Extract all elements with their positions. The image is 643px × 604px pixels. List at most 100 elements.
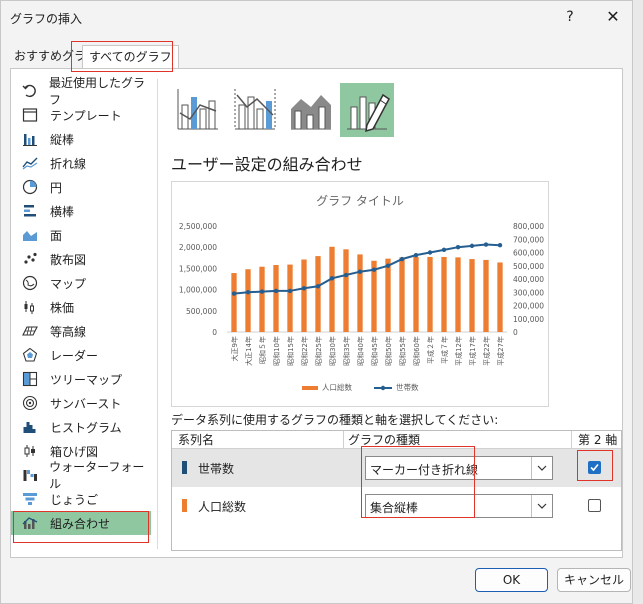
treemap-chart-icon [21,370,39,388]
sidebar-item-sunburst[interactable]: サンバースト [11,391,151,415]
combo-clustered-line-icon [174,85,222,136]
x-tick-label: 昭和35年 [342,336,351,366]
sidebar-item-combo[interactable]: 組み合わせ [11,511,151,535]
sidebar-item-waterfall[interactable]: ウォーターフォール [11,460,151,491]
x-tick-label: 昭和40年 [356,336,365,366]
line-point [497,243,503,248]
x-tick-label: 平成12年 [454,336,463,366]
scatter-chart-icon [21,250,39,268]
x-tick-label: 昭和55年 [398,336,407,366]
subtype-clustered-column-line[interactable] [171,83,225,137]
sidebar-item-label: マップ [50,276,87,291]
close-button[interactable]: ✕ [601,6,625,28]
bar [357,254,363,332]
template-icon [21,106,39,124]
bar [287,264,293,332]
stock-chart-icon [21,298,39,316]
x-tick-label: 平成17年 [468,336,477,366]
line-point [413,252,419,258]
funnel-chart-icon [21,490,39,508]
line-point [315,284,321,289]
sidebar-item-label: 円 [50,180,63,195]
dropdown-value: マーカー付き折れ線 [370,463,479,477]
sidebar-item-stock[interactable]: 株価 [11,295,151,319]
cancel-button[interactable]: キャンセル [557,568,631,592]
series-name: 人口総数 [198,500,247,514]
y2-tick-label: 400,000 [513,275,544,284]
sidebar-item-label: ヒストグラム [50,420,122,435]
subtype-custom-combination[interactable] [340,83,394,137]
subtype-stacked-area-column[interactable] [284,83,338,137]
x-tick-label: 昭和10年 [272,336,281,366]
sidebar-item-radar[interactable]: レーダー [11,343,151,367]
sidebar-item-label: 組み合わせ [50,516,111,531]
y-tick-label: 0 [212,328,217,337]
series-name: 世帯数 [198,462,235,476]
grid-header-row: 系列名 グラフの種類 第 2 軸 [172,431,621,449]
line-point [483,242,489,247]
y2-tick-label: 700,000 [513,235,544,244]
radar-chart-icon [21,346,39,364]
tab-all-charts[interactable]: すべてのグラフ [82,45,179,69]
line-point [357,269,363,274]
custom-combo-icon [343,85,391,136]
sidebar-item-pie[interactable]: 円 [11,175,151,199]
check-icon [590,463,599,472]
subtype-clustered-column-line-secondary[interactable] [228,83,282,137]
chart-type-sidebar: 最近使用したグラフ テンプレート 縦棒 折れ線 円 横棒 面 散布図 マップ 株… [11,76,151,535]
x-tick-label: 昭和15年 [286,336,295,366]
column-chart-icon [21,130,39,148]
line-point [231,291,237,296]
histogram-chart-icon [21,418,39,436]
chart-type-dropdown-households[interactable]: マーカー付き折れ線 [365,456,553,480]
sidebar-item-surface[interactable]: 等高線 [11,319,151,343]
help-button[interactable]: ? [560,7,580,27]
combo-clustered-line-secondary-icon [231,85,279,136]
sidebar-item-recent[interactable]: 最近使用したグラフ [11,76,151,107]
bar [301,259,307,332]
x-tick-label: 昭和22年 [300,336,309,366]
sidebar-item-bar[interactable]: 横棒 [11,199,151,223]
bar [413,256,419,332]
secondary-axis-checkbox-households[interactable] [588,461,601,474]
sidebar-item-label: テンプレート [50,108,122,123]
legend-marker [380,385,386,391]
bar [483,259,489,332]
chevron-down-icon [531,495,552,517]
series-row-households: 世帯数 マーカー付き折れ線 [172,449,621,487]
series-row-population: 人口総数 集合縦棒 [172,487,621,525]
sidebar-item-funnel[interactable]: じょうご [11,487,151,511]
chart-type-dropdown-population[interactable]: 集合縦棒 [365,494,553,518]
x-tick-label: 昭和60年 [412,336,421,366]
combo-stacked-area-icon [287,85,335,136]
bar [399,257,405,332]
series-color-swatch [182,461,187,474]
sidebar-item-area[interactable]: 面 [11,223,151,247]
x-tick-label: 平成27年 [496,336,505,366]
sidebar-item-scatter[interactable]: 散布図 [11,247,151,271]
surface-chart-icon [21,322,39,340]
sidebar-item-label: サンバースト [50,396,122,411]
sidebar-item-templates[interactable]: テンプレート [11,103,151,127]
bar [455,257,461,332]
ok-button[interactable]: OK [475,568,548,592]
sidebar-item-line[interactable]: 折れ線 [11,151,151,175]
y2-tick-label: 600,000 [513,249,544,258]
area-chart-icon [21,226,39,244]
sidebar-item-column[interactable]: 縦棒 [11,127,151,151]
secondary-axis-checkbox-population[interactable] [588,499,601,512]
sidebar-item-label: 箱ひげ図 [50,444,99,459]
sidebar-item-treemap[interactable]: ツリーマップ [11,367,151,391]
legend-label: 人口総数 [322,382,352,392]
sidebar-item-histogram[interactable]: ヒストグラム [11,415,151,439]
y2-tick-label: 300,000 [513,288,544,297]
x-tick-label: 昭和50年 [384,336,393,366]
line-point [469,243,475,249]
chevron-down-icon [531,457,552,479]
bar [469,259,475,332]
line-point [441,247,447,253]
sidebar-item-map[interactable]: マップ [11,271,151,295]
title-bar: グラフの挿入 ? ✕ [1,1,632,35]
bar [385,258,391,332]
y-tick-label: 2,500,000 [179,222,217,231]
